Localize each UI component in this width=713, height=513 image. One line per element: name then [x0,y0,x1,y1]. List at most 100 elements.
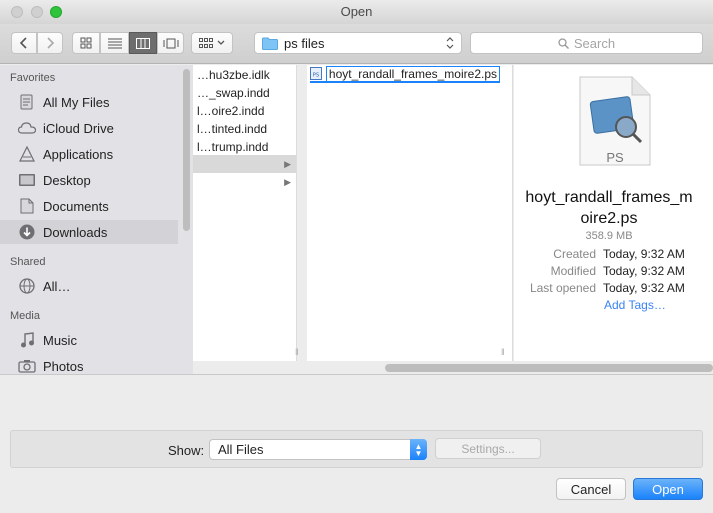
sidebar-item-all-shared[interactable]: All… [0,274,178,298]
chevron-right-icon [47,37,55,49]
sidebar-item-label: Music [43,332,77,348]
svg-text:PS: PS [313,72,319,78]
shared-heading: Shared [10,256,46,268]
title-bar: Open [0,0,713,24]
folder-icon [262,37,278,50]
add-tags-link[interactable]: Add Tags… [604,298,666,312]
divider [0,374,713,375]
ps-file-icon: PS [310,67,322,80]
applications-icon [18,146,36,162]
list-item[interactable]: l…tinted.indd [197,120,267,138]
preview-size: 358.9 MB [585,230,633,242]
search-placeholder: Search [573,35,616,51]
column-resize-handle[interactable]: ‖ [295,347,299,357]
preview-filename-line1: hoyt_randall_frames_m [525,189,693,206]
back-button[interactable] [11,32,37,54]
preview-type-label: PS [606,150,624,165]
sidebar-item-label: iCloud Drive [43,120,114,136]
last-opened-value: Today, 9:32 AM [603,281,685,295]
music-icon [18,332,36,348]
list-item-folder[interactable]: ▶ [193,173,296,191]
list-item-selected-file[interactable]: PS hoyt_randall_frames_moire2.ps [310,65,500,83]
sidebar-item-documents[interactable]: Documents [0,194,178,218]
created-value: Today, 9:32 AM [603,247,685,261]
file-name: l…tinted.indd [197,122,268,136]
list-item-selected-folder[interactable]: ▶ [193,155,296,173]
horizontal-scrollbar[interactable] [385,364,713,372]
arrange-icon [199,37,213,48]
browser-column-1: …hu3zbe.idlk …_swap.indd l…oire2.indd l…… [193,65,299,361]
path-label: ps files [284,35,325,51]
show-select-value: All Files [218,442,264,457]
network-icon [18,278,36,294]
sidebar-item-photos[interactable]: Photos [0,354,178,374]
desktop-icon [18,172,36,188]
list-view-icon [107,38,122,48]
sidebar-item-label: Applications [43,146,114,162]
sidebar-item-desktop[interactable]: Desktop [0,168,178,192]
show-label: Show: [168,443,205,458]
list-item[interactable]: …hu3zbe.idlk [197,66,270,84]
browser-column-2: PS hoyt_randall_frames_moire2.ps ‖ [307,65,513,361]
sidebar-item-label: Photos [43,358,84,374]
sidebar-item-label: All… [43,278,71,294]
preview-filename-line2: oire2.ps [580,210,638,227]
sidebar-item-downloads[interactable]: Downloads [0,220,178,244]
sidebar: Favorites All My Files iCloud Drive Appl… [0,65,193,374]
chevron-left-icon [19,37,27,49]
cloud-icon [18,120,36,136]
open-dialog: Open ps files Search Favorites All My Fi… [0,0,713,513]
column-view-icon [136,37,150,49]
sidebar-item-icloud-drive[interactable]: iCloud Drive [0,116,178,140]
downloads-icon [18,224,36,240]
list-view-button[interactable] [100,32,129,54]
list-item[interactable]: l…trump.indd [197,138,268,156]
updown-arrows-icon [446,37,454,49]
sidebar-item-all-my-files[interactable]: All My Files [0,90,178,114]
modified-value: Today, 9:32 AM [603,264,685,278]
cover-flow-icon [163,38,178,48]
search-icon [558,37,569,49]
forward-button[interactable] [37,32,63,54]
file-name: …_swap.indd [197,86,270,100]
preview-pane: PS hoyt_randall_frames_m oire2.ps 358.9 … [514,65,713,361]
sidebar-item-label: Documents [43,198,109,214]
media-heading: Media [10,310,40,322]
cover-flow-button[interactable] [157,32,184,54]
sidebar-item-applications[interactable]: Applications [0,142,178,166]
sidebar-item-label: Downloads [43,224,108,240]
chevron-down-icon [217,40,225,45]
sidebar-item-label: Desktop [43,172,91,188]
favorites-heading: Favorites [10,72,56,84]
column-resize-handle[interactable]: ‖ [501,347,505,357]
window-title: Open [340,4,373,19]
file-name-selected: hoyt_randall_frames_moire2.ps [325,65,500,82]
sidebar-scrollbar[interactable] [183,69,190,231]
column-view-button[interactable] [129,32,157,54]
last-opened-label: Last opened [529,281,596,295]
file-name: l…oire2.indd [197,104,265,118]
list-item[interactable]: l…oire2.indd [197,102,264,120]
file-name: l…trump.indd [197,140,269,154]
file-name: …hu3zbe.idlk [197,68,270,82]
disclosure-arrow-icon: ▶ [284,158,291,169]
disclosure-arrow-icon: ▶ [284,176,291,187]
arrange-button[interactable] [191,32,233,54]
icon-view-icon [80,37,92,49]
sidebar-item-label: All My Files [43,94,110,110]
all-files-icon [18,94,36,110]
list-item[interactable]: …_swap.indd [197,84,270,102]
updown-arrows-icon: ▲ ▼ [410,439,427,460]
settings-button[interactable]: Settings... [435,438,541,459]
path-popup[interactable]: ps files [254,32,462,54]
documents-icon [18,198,36,214]
sidebar-item-music[interactable]: Music [0,328,178,352]
open-button[interactable]: Open [633,478,703,500]
modified-label: Modified [550,264,596,278]
search-field[interactable]: Search [470,32,703,54]
cancel-button[interactable]: Cancel [556,478,626,500]
show-file-type-select[interactable]: All Files ▲ ▼ [209,439,427,460]
created-label: Created [553,247,596,261]
icon-view-button[interactable] [72,32,100,54]
toolbar: ps files Search [0,24,713,64]
